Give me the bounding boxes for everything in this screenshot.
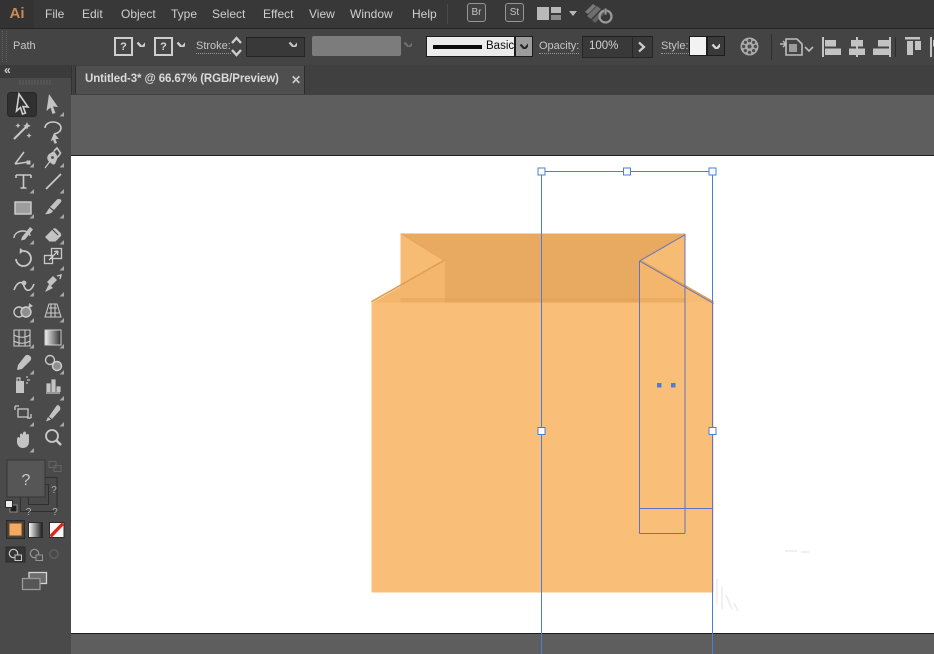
svg-text:?: ? xyxy=(22,472,31,489)
svg-text:?: ? xyxy=(52,507,58,518)
svg-text:?: ? xyxy=(26,507,32,518)
svg-text:?: ? xyxy=(51,485,57,496)
